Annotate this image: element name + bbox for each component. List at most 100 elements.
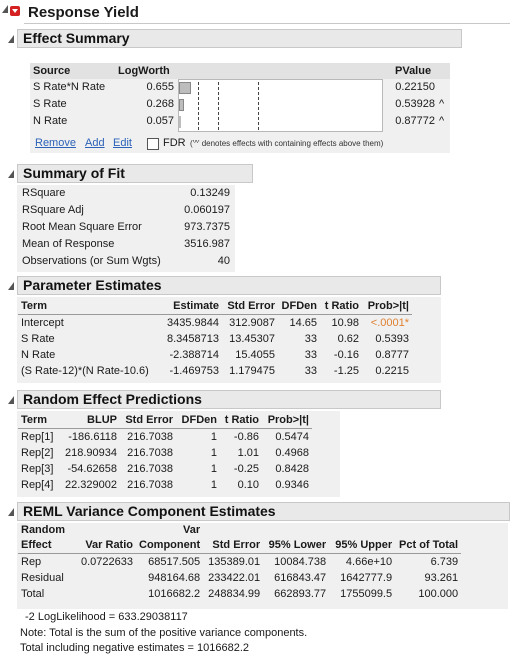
var-component-cell: 68517.505 xyxy=(148,556,201,568)
collapse-triangle-icon[interactable] xyxy=(8,170,14,178)
fdr-checkbox[interactable] xyxy=(147,138,159,150)
pvalue-cell: 0.87772 xyxy=(395,115,435,127)
fit-label: RSquare Adj xyxy=(22,204,84,216)
col-header: BLUP xyxy=(87,414,117,426)
collapse-triangle-icon[interactable] xyxy=(8,35,14,43)
remove-button[interactable]: Remove xyxy=(35,137,76,149)
dfden-cell: 1 xyxy=(210,463,217,475)
lower-cell: 616843.47 xyxy=(274,572,327,584)
col-header: Effect xyxy=(21,539,52,551)
random-effect-table: Term BLUP Std Error DFDen t Ratio Prob>|… xyxy=(18,412,312,493)
pct-cell: 6.739 xyxy=(430,556,459,568)
col-header: t Ratio xyxy=(224,414,259,426)
table-row: N Rate -2.388714 15.4055 33 -0.16 0.8777 xyxy=(18,347,412,363)
upper-cell: 1755099.5 xyxy=(340,588,393,600)
effect-summary-header[interactable]: Effect Summary xyxy=(17,29,462,48)
col-header-top xyxy=(395,524,461,537)
prob-cell: <.0001* xyxy=(370,317,409,329)
logworth-cell: 0.057 xyxy=(146,115,174,127)
var-component-cell: 1016682.2 xyxy=(148,588,201,600)
parameter-estimates-header[interactable]: Parameter Estimates xyxy=(17,276,441,295)
fdr-label: FDR xyxy=(163,137,186,149)
prob-cell: 0.2215 xyxy=(375,365,409,377)
logworth-bar xyxy=(179,82,191,94)
containing-mark: ^ xyxy=(439,98,445,110)
effect-cell: Rep xyxy=(21,556,42,568)
section-title: Random Effect Predictions xyxy=(23,391,202,407)
stderr-cell: 216.7038 xyxy=(127,463,173,475)
estimate-cell: 8.3458713 xyxy=(167,333,219,345)
table-row: S Rate 8.3458713 13.45307 33 0.62 0.5393 xyxy=(18,331,412,347)
term-cell: Rep[4] xyxy=(21,479,54,491)
fit-value: 40 xyxy=(217,255,230,267)
col-source-header: Source xyxy=(33,65,71,77)
logworth-cell: 0.268 xyxy=(146,98,174,110)
dfden-cell: 1 xyxy=(210,447,217,459)
reml-header[interactable]: REML Variance Component Estimates xyxy=(17,502,510,521)
term-cell: Rep[3] xyxy=(21,463,54,475)
col-header: t Ratio xyxy=(324,300,359,312)
fit-value: 973.7375 xyxy=(184,221,230,233)
random-effect-predictions-header[interactable]: Random Effect Predictions xyxy=(17,390,441,409)
lower-cell: 10084.738 xyxy=(274,556,327,568)
tratio-cell: -1.25 xyxy=(333,365,359,377)
estimate-cell: -2.388714 xyxy=(169,349,219,361)
col-header: Prob>|t| xyxy=(367,300,409,312)
reml-table: Random Var Effect Var Ratio Component St… xyxy=(18,524,462,602)
stderr-cell: 1.179475 xyxy=(229,365,275,377)
prob-cell: 0.9346 xyxy=(275,479,309,491)
parameter-estimates-table: Term Estimate Std Error DFDen t Ratio Pr… xyxy=(18,298,412,379)
dfden-cell: 33 xyxy=(304,333,317,345)
red-menu-icon[interactable] xyxy=(10,6,20,16)
source-cell: S Rate*N Rate xyxy=(33,81,106,93)
summary-of-fit-header[interactable]: Summary of Fit xyxy=(17,164,253,183)
pct-cell: 100.000 xyxy=(418,588,459,600)
col-header-top xyxy=(329,524,395,537)
var-component-cell: 948164.68 xyxy=(148,572,201,584)
stderr-cell: 15.4055 xyxy=(235,349,275,361)
estimate-cell: 3435.9844 xyxy=(167,317,219,329)
tratio-cell: -0.25 xyxy=(233,463,259,475)
col-header: DFDen xyxy=(281,300,317,312)
blup-cell: -186.6118 xyxy=(68,431,117,443)
effect-summary-header-row xyxy=(30,63,450,79)
loglik-text: -2 LogLikelihood = 633.29038117 xyxy=(25,611,188,623)
edit-button[interactable]: Edit xyxy=(113,137,132,149)
ref-line xyxy=(198,82,199,130)
var-ratio-cell: 0.0722633 xyxy=(81,556,133,568)
source-cell: S Rate xyxy=(33,98,67,110)
stderr-cell: 13.45307 xyxy=(229,333,275,345)
col-header-top xyxy=(263,524,329,537)
stderr-cell: 216.7038 xyxy=(127,479,173,491)
col-header: 95% Upper xyxy=(335,539,393,551)
term-cell: Rep[2] xyxy=(21,447,54,459)
col-header: Std Error xyxy=(212,539,261,551)
fit-label: Mean of Response xyxy=(22,238,115,250)
col-header: Std Error xyxy=(227,300,275,312)
term-cell: (S Rate-12)*(N Rate-10.6) xyxy=(21,365,149,377)
table-row: Residual 948164.68 233422.01 616843.47 1… xyxy=(18,570,461,586)
collapse-triangle-icon[interactable] xyxy=(8,396,14,404)
col-header: 95% Lower xyxy=(268,539,327,551)
prob-cell: 0.4968 xyxy=(275,447,309,459)
table-row: Rep[1] -186.6118 216.7038 1 -0.86 0.5474 xyxy=(18,429,312,446)
dfden-cell: 1 xyxy=(210,479,217,491)
upper-cell: 4.66e+10 xyxy=(345,556,393,568)
estimate-cell: -1.469753 xyxy=(169,365,219,377)
collapse-triangle-icon[interactable] xyxy=(8,508,14,516)
prob-cell: 0.5474 xyxy=(275,431,309,443)
source-cell: N Rate xyxy=(33,115,68,127)
tratio-cell: 1.01 xyxy=(237,447,259,459)
upper-cell: 1642777.9 xyxy=(340,572,393,584)
table-row: Rep[2] 218.90934 216.7038 1 1.01 0.4968 xyxy=(18,445,312,461)
ref-line xyxy=(218,82,219,130)
collapse-triangle-icon[interactable] xyxy=(2,5,8,13)
stderr-cell: 216.7038 xyxy=(127,447,173,459)
stderr-cell: 248834.99 xyxy=(208,588,261,600)
term-cell: S Rate xyxy=(21,333,55,345)
add-button[interactable]: Add xyxy=(85,137,105,149)
col-header: Term xyxy=(21,300,48,312)
containing-footnote: ('^' denotes effects with containing eff… xyxy=(190,139,384,148)
section-title: Summary of Fit xyxy=(23,165,125,181)
collapse-triangle-icon[interactable] xyxy=(8,282,14,290)
